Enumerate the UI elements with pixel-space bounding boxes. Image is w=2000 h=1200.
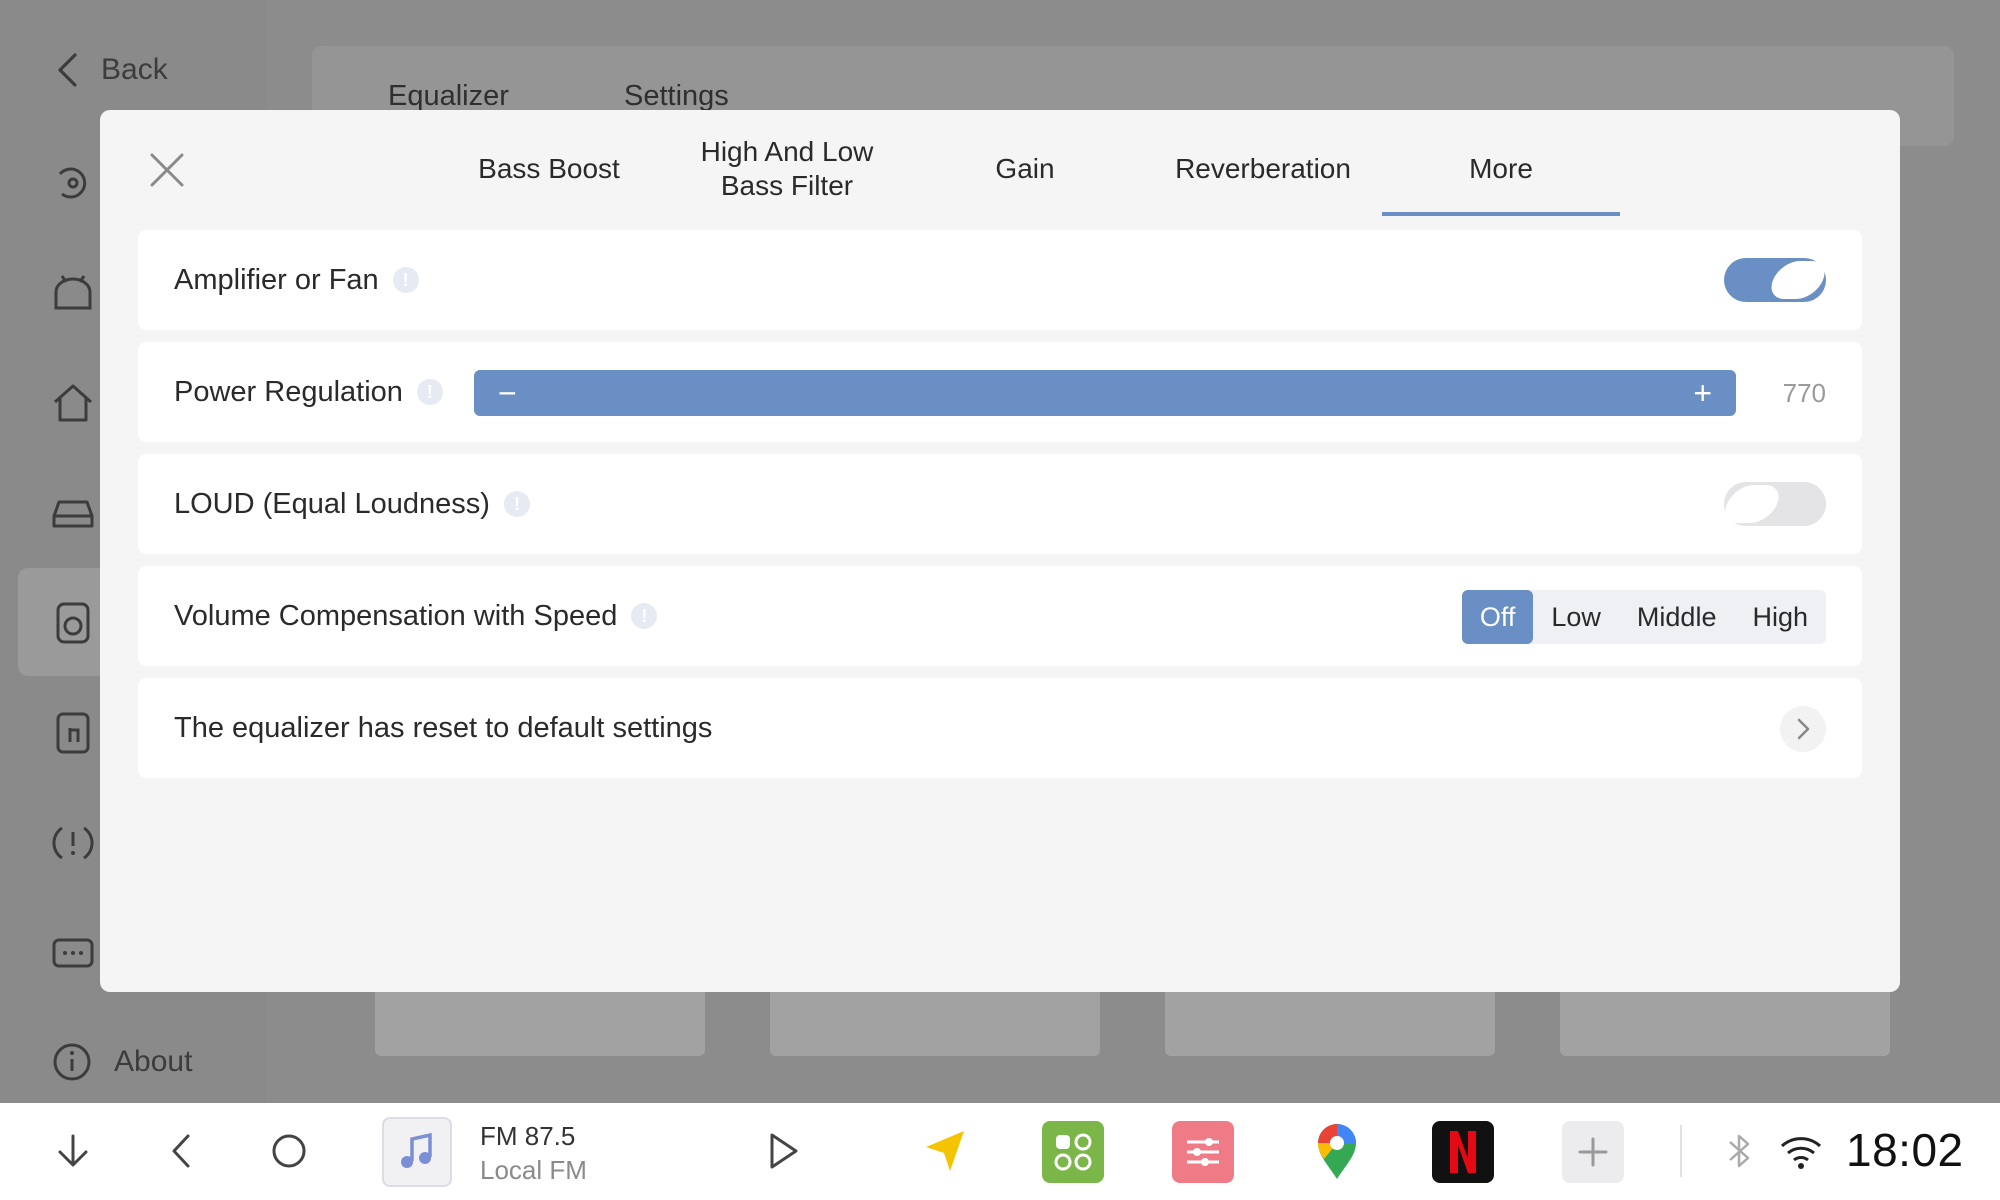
dock-separator — [1680, 1125, 1682, 1177]
tab-label: Gain — [995, 153, 1055, 184]
power-regulation-row: Power Regulation ! − + 770 — [138, 342, 1862, 442]
equalizer-app-tile[interactable] — [1172, 1121, 1234, 1183]
power-regulation-slider[interactable]: − + — [474, 370, 1736, 416]
reset-chevron-button[interactable] — [1780, 706, 1826, 752]
about-item: About — [52, 1042, 192, 1082]
chevron-left-icon — [58, 53, 77, 87]
tab-label: High And Low Bass Filter — [700, 136, 874, 201]
tab-more[interactable]: More — [1382, 124, 1620, 216]
more-settings-dialog: Bass Boost High And Low Bass Filter Gain… — [100, 110, 1900, 992]
info-circle-icon — [53, 1043, 91, 1081]
netflix-logo-icon — [1450, 1131, 1476, 1173]
alert-icon — [52, 826, 94, 860]
amplifier-label: Amplifier or Fan — [174, 263, 379, 296]
loud-toggle[interactable] — [1719, 482, 1826, 526]
bg-card-advanced — [1560, 990, 1890, 1056]
car-icon — [52, 500, 94, 528]
nav-back-icon[interactable] — [160, 1128, 206, 1174]
add-app-tile[interactable] — [1562, 1121, 1624, 1183]
close-icon — [150, 153, 184, 187]
netflix-app-tile[interactable] — [1432, 1121, 1494, 1183]
loud-row: LOUD (Equal Loudness) ! — [138, 454, 1862, 554]
play-icon[interactable] — [760, 1128, 806, 1174]
sliders-icon — [1187, 1138, 1219, 1166]
music-note-icon — [401, 1132, 432, 1168]
tab-label: Reverberation — [1175, 153, 1351, 184]
bg-card-soundstage — [1165, 990, 1495, 1056]
chevron-right-icon — [1797, 718, 1810, 740]
tab-high-low-bass-filter[interactable]: High And Low Bass Filter — [668, 124, 906, 214]
tab-label: More — [1469, 153, 1533, 184]
loud-label: LOUD (Equal Loudness) — [174, 487, 490, 520]
back-button: Back — [55, 52, 168, 88]
keyboard-icon — [52, 938, 94, 968]
bg-card-user — [375, 990, 705, 1056]
volume-compensation-row: Volume Compensation with Speed ! Off Low… — [138, 566, 1862, 666]
option-low[interactable]: Low — [1533, 590, 1619, 644]
bg-tab-equalizer: Equalizer — [388, 80, 509, 112]
toggle-knob — [1719, 485, 1785, 523]
tab-gain[interactable]: Gain — [906, 124, 1144, 214]
music-app-tile[interactable] — [382, 1117, 452, 1187]
option-high[interactable]: High — [1734, 590, 1826, 644]
amplifier-toggle[interactable] — [1724, 258, 1831, 302]
speaker-icon — [56, 602, 90, 644]
plus-icon — [1578, 1137, 1608, 1167]
navigation-arrow-icon[interactable] — [920, 1125, 972, 1177]
bg-card-dts — [770, 990, 1100, 1056]
power-regulation-value: 770 — [1782, 378, 1826, 408]
nav-home-icon[interactable] — [266, 1128, 312, 1174]
option-off[interactable]: Off — [1461, 590, 1534, 644]
radio-station[interactable]: FM 87.5 — [480, 1121, 575, 1152]
power-regulation-label: Power Regulation — [174, 375, 403, 408]
amplifier-row: Amplifier or Fan ! — [138, 230, 1862, 330]
info-icon[interactable]: ! — [631, 603, 658, 629]
clock: 18:02 — [1846, 1124, 1964, 1176]
bg-tab-settings: Settings — [624, 80, 729, 112]
android-icon — [54, 275, 92, 310]
dialog-tabs: Bass Boost High And Low Bass Filter Gain… — [430, 124, 1730, 216]
close-button[interactable] — [142, 145, 192, 195]
apps-grid-icon — [1054, 1133, 1092, 1171]
back-label: Back — [101, 53, 168, 86]
tab-reverberation[interactable]: Reverberation — [1144, 124, 1382, 214]
volume-compensation-label: Volume Compensation with Speed — [174, 599, 618, 632]
rotate-icon — [58, 167, 87, 199]
maps-pin-icon[interactable] — [1310, 1123, 1364, 1181]
arrow-down-icon[interactable] — [50, 1128, 96, 1174]
info-icon[interactable]: ! — [392, 267, 419, 293]
reset-row[interactable]: The equalizer has reset to default setti… — [138, 678, 1862, 778]
apps-grid-tile[interactable] — [1042, 1121, 1104, 1183]
slider-minus-button[interactable]: − — [498, 377, 517, 409]
bottom-dock: FM 87.5 Local FM 18:02 — [0, 1103, 2000, 1200]
touch-icon — [56, 712, 90, 754]
wifi-icon[interactable] — [1778, 1128, 1824, 1174]
bluetooth-icon[interactable] — [1716, 1128, 1762, 1174]
toggle-knob — [1765, 261, 1831, 299]
volume-compensation-selector: Off Low Middle High — [1461, 590, 1826, 644]
home-icon — [54, 384, 92, 422]
tab-bass-boost[interactable]: Bass Boost — [430, 124, 668, 214]
slider-plus-button[interactable]: + — [1693, 377, 1712, 409]
radio-station-subtitle: Local FM — [480, 1155, 587, 1185]
info-icon[interactable]: ! — [503, 491, 530, 517]
tab-label: Bass Boost — [478, 153, 620, 184]
about-label: About — [114, 1045, 193, 1078]
option-middle[interactable]: Middle — [1619, 590, 1735, 644]
info-icon[interactable]: ! — [416, 379, 443, 405]
reset-label: The equalizer has reset to default setti… — [174, 711, 713, 744]
